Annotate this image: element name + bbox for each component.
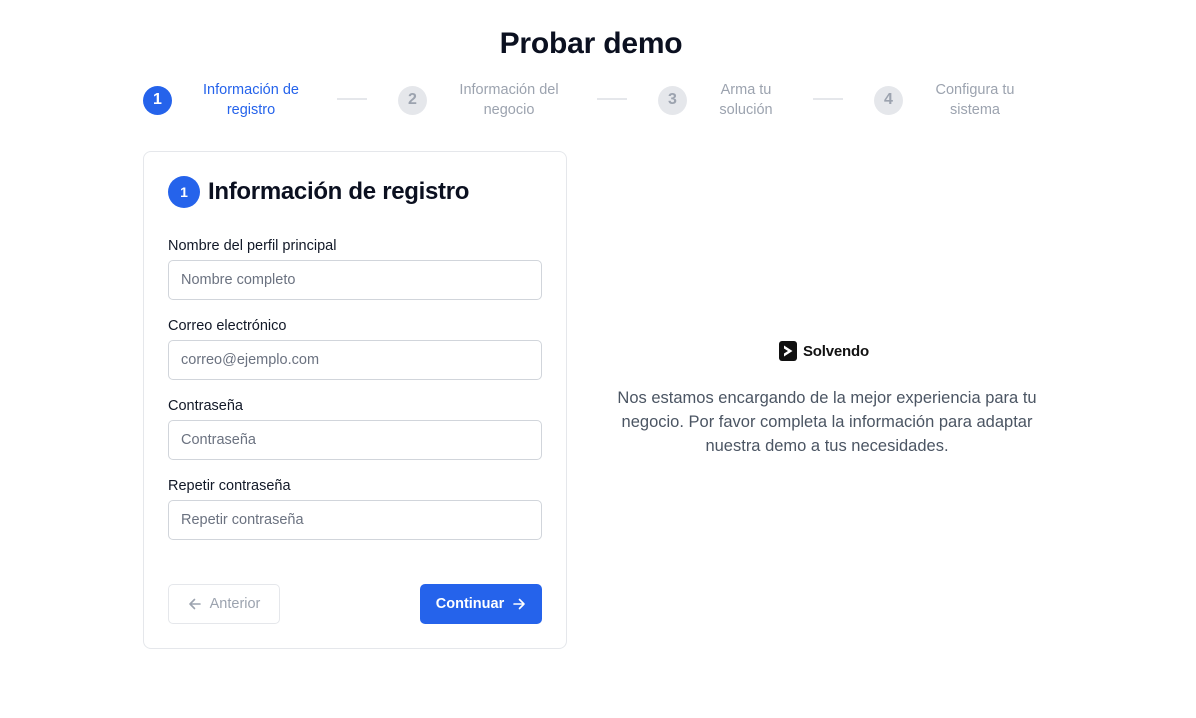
step-label-line2: sistema — [950, 102, 1000, 118]
field-label: Contraseña — [168, 398, 243, 414]
step-label: Arma tu solución — [687, 80, 805, 120]
email-field: Correo electrónico — [168, 316, 542, 380]
step-label-line2: solución — [719, 102, 773, 118]
step-label-line2: registro — [226, 102, 276, 118]
email-input[interactable] — [168, 340, 542, 380]
repeat-password-input[interactable] — [168, 500, 542, 540]
card-step-badge: 1 — [168, 176, 200, 208]
step-number: 1 — [143, 85, 172, 115]
previous-button[interactable]: Anterior — [168, 584, 280, 624]
full-name-input[interactable] — [168, 260, 542, 300]
continue-button-label: Continuar — [435, 596, 505, 612]
field-label: Correo electrónico — [168, 318, 287, 334]
step-2[interactable]: 2 Información del negocio — [398, 78, 591, 122]
card-header: 1 Información de registro — [168, 176, 469, 208]
info-message: Nos estamos encargando de la mejor exper… — [617, 389, 1037, 455]
step-connector — [597, 98, 627, 100]
step-connector — [337, 98, 367, 100]
solvendo-logo-icon — [779, 341, 797, 361]
step-connector — [813, 98, 843, 100]
brand-name: Solvendo — [803, 342, 869, 360]
step-label-line1: Arma tu — [720, 82, 772, 98]
previous-button-label: Anterior — [209, 596, 261, 612]
step-number: 4 — [874, 85, 903, 115]
step-label-line2: negocio — [483, 102, 535, 118]
step-number: 2 — [398, 85, 427, 115]
continue-button[interactable]: Continuar — [420, 584, 542, 624]
repeat-password-field: Repetir contraseña — [168, 476, 542, 540]
password-input[interactable] — [168, 420, 542, 460]
profile-name-field: Nombre del perfil principal — [168, 236, 542, 300]
step-label: Configura tu sistema — [903, 80, 1047, 120]
card-title: Información de registro — [208, 178, 470, 205]
step-label: Información de registro — [172, 80, 330, 120]
field-label: Repetir contraseña — [168, 478, 291, 494]
password-field: Contraseña — [168, 396, 542, 460]
step-4[interactable]: 4 Configura tu sistema — [874, 78, 1047, 122]
arrow-left-icon — [188, 597, 202, 611]
arrow-right-icon — [512, 597, 526, 611]
step-number: 3 — [658, 85, 687, 115]
page-title: Probar demo — [499, 27, 683, 60]
step-label-line1: Información del — [459, 82, 559, 98]
brand-logo: Solvendo — [779, 341, 869, 361]
stepper: 1 Información de registro 2 Información … — [0, 78, 1196, 122]
step-label-line1: Información de — [203, 82, 299, 98]
step-label: Información del negocio — [427, 80, 591, 120]
field-label: Nombre del perfil principal — [168, 238, 337, 254]
step-1[interactable]: 1 Información de registro — [143, 78, 330, 122]
step-label-line1: Configura tu — [935, 82, 1015, 98]
step-3[interactable]: 3 Arma tu solución — [658, 78, 805, 122]
registration-card: 1 Información de registro Nombre del per… — [143, 151, 567, 649]
